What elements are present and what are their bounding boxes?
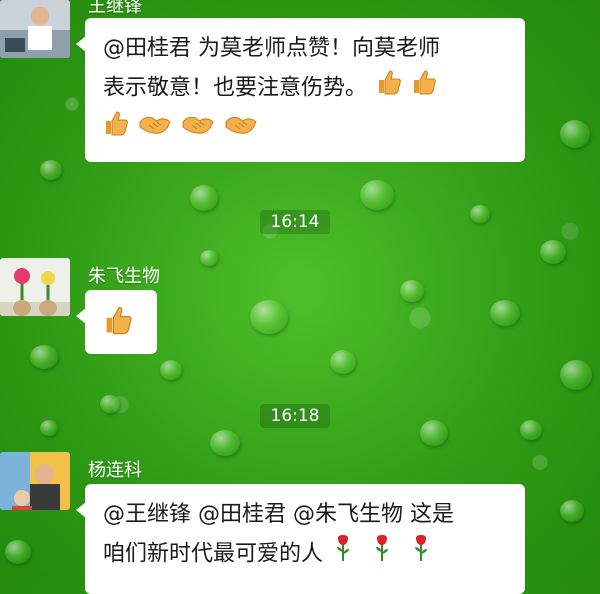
avatar[interactable] (0, 452, 70, 510)
thumbs-up-icon (376, 68, 402, 109)
message-text: @田桂君 为莫老师点赞！向莫老师 (103, 36, 440, 61)
message-bubble[interactable] (76, 290, 157, 354)
rose-icon (371, 534, 393, 575)
thumbs-up-icon (103, 304, 133, 349)
message-text: 咱们新时代最可爱的人 (103, 534, 507, 575)
handshake-icon (224, 111, 258, 149)
handshake-icon (181, 111, 215, 149)
message-text: @王继锋 @田桂君 @朱飞生物 这是 (103, 502, 454, 527)
message-text: 表示敬意！也要注意伤势。 (103, 68, 507, 109)
thumbs-up-icon (411, 68, 437, 109)
handshake-icon (138, 111, 172, 149)
avatar[interactable] (0, 258, 70, 316)
timestamp: 16:18 (260, 404, 330, 428)
message-bubble[interactable]: @田桂君 为莫老师点赞！向莫老师 表示敬意！也要注意伤势。 (76, 18, 525, 162)
rose-icon (410, 534, 432, 575)
sender-name: 朱飞生物 (88, 266, 160, 287)
thumbs-up-icon (103, 109, 129, 150)
sender-name: 王继锋 (88, 0, 142, 17)
emoji-row (103, 109, 507, 150)
sender-name: 杨连科 (88, 460, 142, 481)
rose-icon (332, 534, 354, 575)
timestamp: 16:14 (260, 210, 330, 234)
avatar[interactable] (0, 0, 70, 58)
